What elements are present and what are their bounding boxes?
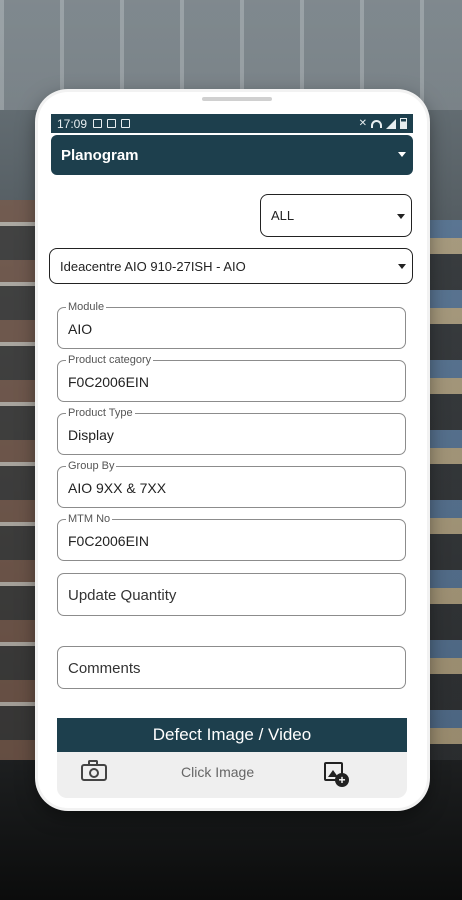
signal-icon xyxy=(386,118,396,129)
product-type-value: Display xyxy=(68,427,114,443)
gallery-notification-icon xyxy=(93,119,103,128)
status-time: 17:09 xyxy=(57,116,88,131)
filter-select-value: ALL xyxy=(271,208,295,223)
mtm-no-field[interactable]: MTM No F0C2006EIN xyxy=(57,513,406,561)
mtm-no-value: F0C2006EIN xyxy=(68,533,149,549)
battery-icon xyxy=(400,118,407,129)
image-capture-row: Click Image + xyxy=(57,752,407,798)
product-category-value: F0C2006EIN xyxy=(68,374,149,390)
product-type-field[interactable]: Product Type Display xyxy=(57,407,406,455)
product-category-label: Product category xyxy=(66,354,154,366)
wifi-icon xyxy=(371,119,382,128)
phone-speaker xyxy=(202,97,272,101)
camera-button[interactable] xyxy=(79,760,109,782)
group-by-value: AIO 9XX & 7XX xyxy=(68,480,167,496)
camera-lens-icon xyxy=(89,768,99,778)
product-category-field[interactable]: Product category F0C2006EIN xyxy=(57,354,406,402)
defect-title: Defect Image / Video xyxy=(152,725,312,744)
chevron-down-icon xyxy=(397,213,405,219)
module-value: AIO xyxy=(68,321,93,337)
group-by-label: Group By xyxy=(66,460,117,472)
status-bar: 17:09 ✕ xyxy=(51,114,413,133)
product-select[interactable]: Ideacentre AIO 910-27ISH - AIO xyxy=(49,248,413,284)
mtm-no-label: MTM No xyxy=(66,513,113,525)
group-by-field[interactable]: Group By AIO 9XX & 7XX xyxy=(57,460,406,508)
click-image-label[interactable]: Click Image xyxy=(181,764,254,780)
phone-frame: 17:09 ✕ Planogram ALL Ideacentre AIO 910… xyxy=(38,92,427,808)
product-select-value: Ideacentre AIO 910-27ISH - AIO xyxy=(60,258,246,274)
defect-section-header: Defect Image / Video xyxy=(57,718,407,752)
update-quantity-placeholder: Update Quantity xyxy=(68,587,177,604)
comments-placeholder: Comments xyxy=(68,660,141,677)
page-title: Planogram xyxy=(61,146,139,164)
background-shelf-right xyxy=(422,220,462,780)
product-type-label: Product Type xyxy=(66,407,135,419)
module-field[interactable]: Module AIO xyxy=(57,301,406,349)
status-indicators: ✕ xyxy=(359,118,407,129)
filter-select[interactable]: ALL xyxy=(260,194,412,237)
chevron-down-icon xyxy=(398,152,406,157)
comments-input[interactable]: Comments xyxy=(57,646,406,689)
mute-icon: ✕ xyxy=(358,118,367,129)
add-photo-button[interactable]: + xyxy=(322,760,350,788)
planogram-dropdown[interactable]: Planogram xyxy=(51,135,413,175)
module-label: Module xyxy=(66,301,107,313)
app-notification-icon xyxy=(107,119,117,128)
message-notification-icon xyxy=(121,119,131,128)
update-quantity-input[interactable]: Update Quantity xyxy=(57,573,406,616)
plus-icon: + xyxy=(335,773,349,787)
chevron-down-icon xyxy=(398,264,406,269)
